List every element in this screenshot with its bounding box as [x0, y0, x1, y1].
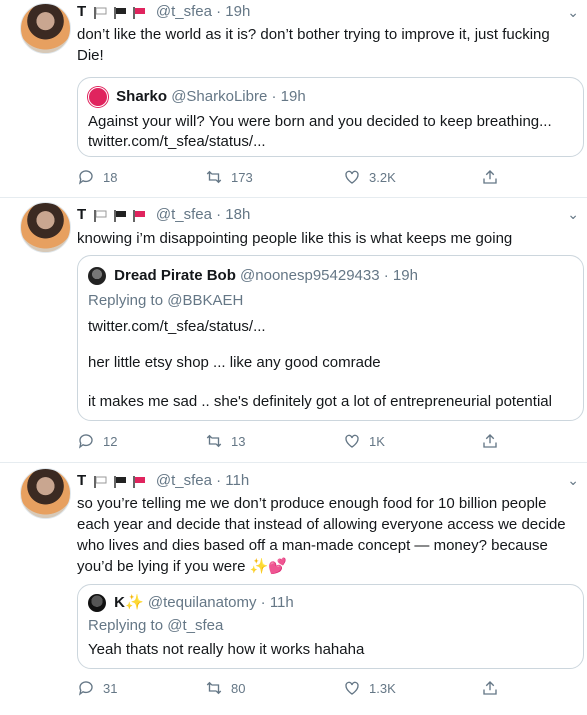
flag-emojis: [94, 4, 147, 21]
tweet-time[interactable]: 18h: [225, 206, 250, 223]
author-name[interactable]: T: [77, 472, 86, 489]
quoted-tweet-time: 19h: [392, 267, 418, 284]
quoted-tweet-header: Sharko @SharkoLibre · 19h: [88, 87, 306, 107]
quoted-tweet-text: Against your will? You were born and you…: [88, 113, 552, 130]
quoted-author-handle: @noonesp95429433: [240, 267, 380, 284]
tweet-text: knowing i’m disappointing people like th…: [77, 230, 513, 247]
retweet-count: 13: [231, 433, 246, 449]
author-handle[interactable]: @t_sfea: [156, 3, 212, 20]
quoted-author-handle: @SharkoLibre: [171, 87, 268, 105]
share-button[interactable]: [481, 432, 499, 450]
tweet-3[interactable]: T @t_sfea · 11h ⌄ so you’re telling me w…: [0, 463, 587, 715]
retweet-button[interactable]: 13: [205, 432, 245, 450]
tweet-header: T @t_sfea · 19h: [77, 3, 251, 21]
quoted-tweet-header: K✨ @tequilanatomy · 11h: [88, 593, 294, 613]
like-button[interactable]: 1.3K: [343, 679, 396, 697]
quoted-tweet-time: 19h: [280, 87, 306, 105]
quoted-tweet-text: twitter.com/t_sfea/status/...: [88, 318, 266, 335]
black-flag-icon: [113, 6, 126, 19]
quoted-tweet-text: twitter.com/t_sfea/status/...: [88, 133, 266, 150]
flag-emojis: [94, 473, 147, 490]
retweet-icon: [206, 170, 222, 184]
black-flag-icon: [113, 475, 126, 488]
tweet-actions: 12 13 1K: [77, 432, 507, 452]
white-flag-icon: [94, 475, 107, 488]
like-button[interactable]: 1K: [343, 432, 385, 450]
like-count: 3.2K: [369, 169, 396, 185]
like-count: 1.3K: [369, 680, 396, 696]
tweet-actions: 18 173 3.2K: [77, 168, 507, 188]
reply-icon: [78, 434, 93, 449]
share-button[interactable]: [481, 168, 499, 186]
retweet-icon: [206, 681, 222, 695]
replying-to: Replying to @t_sfea: [88, 617, 224, 634]
like-count: 1K: [369, 433, 385, 449]
tweet-time[interactable]: 19h: [225, 3, 250, 20]
author-name[interactable]: T: [77, 3, 86, 20]
author-handle[interactable]: @t_sfea: [156, 206, 212, 223]
share-icon: [483, 170, 497, 184]
quoted-tweet[interactable]: K✨ @tequilanatomy · 11h Replying to @t_s…: [77, 584, 584, 669]
quoted-tweet-text: it makes me sad .. she's definitely got …: [88, 393, 552, 410]
quoted-tweet-header: Dread Pirate Bob @noonesp95429433 · 19h: [88, 267, 418, 286]
quoted-tweet-text: her little etsy shop ... like any good c…: [88, 354, 381, 371]
tweet-actions: 31 80 1.3K: [77, 679, 507, 699]
heart-icon: [345, 170, 359, 184]
quoted-avatar: [88, 267, 106, 286]
reply-count: 18: [103, 169, 118, 185]
reply-count: 12: [103, 433, 118, 449]
quoted-avatar: [88, 594, 106, 613]
tweet-time[interactable]: 11h: [225, 472, 249, 489]
quoted-author-name: Sharko: [116, 87, 168, 105]
quoted-author-name: Dread Pirate Bob: [114, 267, 236, 284]
quoted-tweet-text: Yeah thats not really how it works hahah…: [88, 641, 365, 658]
tweet-text: so you’re telling me we don’t produce en…: [77, 495, 566, 575]
white-flag-icon: [94, 6, 107, 19]
white-flag-icon: [94, 209, 107, 222]
author-avatar[interactable]: [20, 3, 71, 54]
tweet-1[interactable]: T @t_sfea · 19h ⌄ don’t like the world a…: [0, 0, 587, 198]
reply-icon: [78, 681, 93, 696]
red-flag-icon: [132, 6, 145, 19]
author-avatar[interactable]: [20, 468, 71, 519]
retweet-button[interactable]: 173: [205, 168, 253, 186]
reply-button[interactable]: 31: [77, 679, 117, 697]
reply-count: 31: [103, 680, 118, 696]
retweet-icon: [206, 434, 222, 448]
tweet-2[interactable]: T @t_sfea · 18h ⌄ knowing i’m disappoint…: [0, 198, 587, 463]
reply-icon: [78, 170, 93, 185]
chevron-down-icon[interactable]: ⌄: [567, 206, 579, 223]
tweet-header: T @t_sfea · 18h: [77, 206, 251, 224]
retweet-count: 80: [231, 680, 246, 696]
author-handle[interactable]: @t_sfea: [156, 472, 212, 489]
quoted-avatar: [88, 87, 108, 107]
share-icon: [483, 434, 497, 448]
flag-emojis: [94, 207, 147, 224]
chevron-down-icon[interactable]: ⌄: [567, 4, 579, 21]
heart-icon: [345, 681, 359, 695]
tweet-text: don’t like the world as it is? don’t bot…: [77, 26, 550, 64]
share-button[interactable]: [481, 679, 499, 697]
red-flag-icon: [132, 209, 145, 222]
author-name[interactable]: T: [77, 206, 86, 223]
quoted-tweet[interactable]: Dread Pirate Bob @noonesp95429433 · 19h …: [77, 255, 584, 421]
heart-icon: [345, 434, 359, 448]
black-flag-icon: [113, 209, 126, 222]
share-icon: [483, 681, 497, 695]
tweet-header: T @t_sfea · 11h: [77, 472, 250, 490]
red-flag-icon: [132, 475, 145, 488]
quoted-author-handle: @tequilanatomy: [147, 594, 257, 611]
chevron-down-icon[interactable]: ⌄: [567, 472, 579, 489]
replying-to: Replying to @BBKAEH: [88, 292, 244, 309]
retweet-count: 173: [231, 169, 253, 185]
reply-button[interactable]: 12: [77, 432, 117, 450]
like-button[interactable]: 3.2K: [343, 168, 396, 186]
quoted-author-name: K✨: [114, 594, 144, 611]
quoted-tweet[interactable]: Sharko @SharkoLibre · 19h Against your w…: [77, 77, 584, 157]
quoted-tweet-time: 11h: [269, 594, 294, 611]
author-avatar[interactable]: [20, 202, 71, 253]
reply-button[interactable]: 18: [77, 168, 117, 186]
retweet-button[interactable]: 80: [205, 679, 245, 697]
